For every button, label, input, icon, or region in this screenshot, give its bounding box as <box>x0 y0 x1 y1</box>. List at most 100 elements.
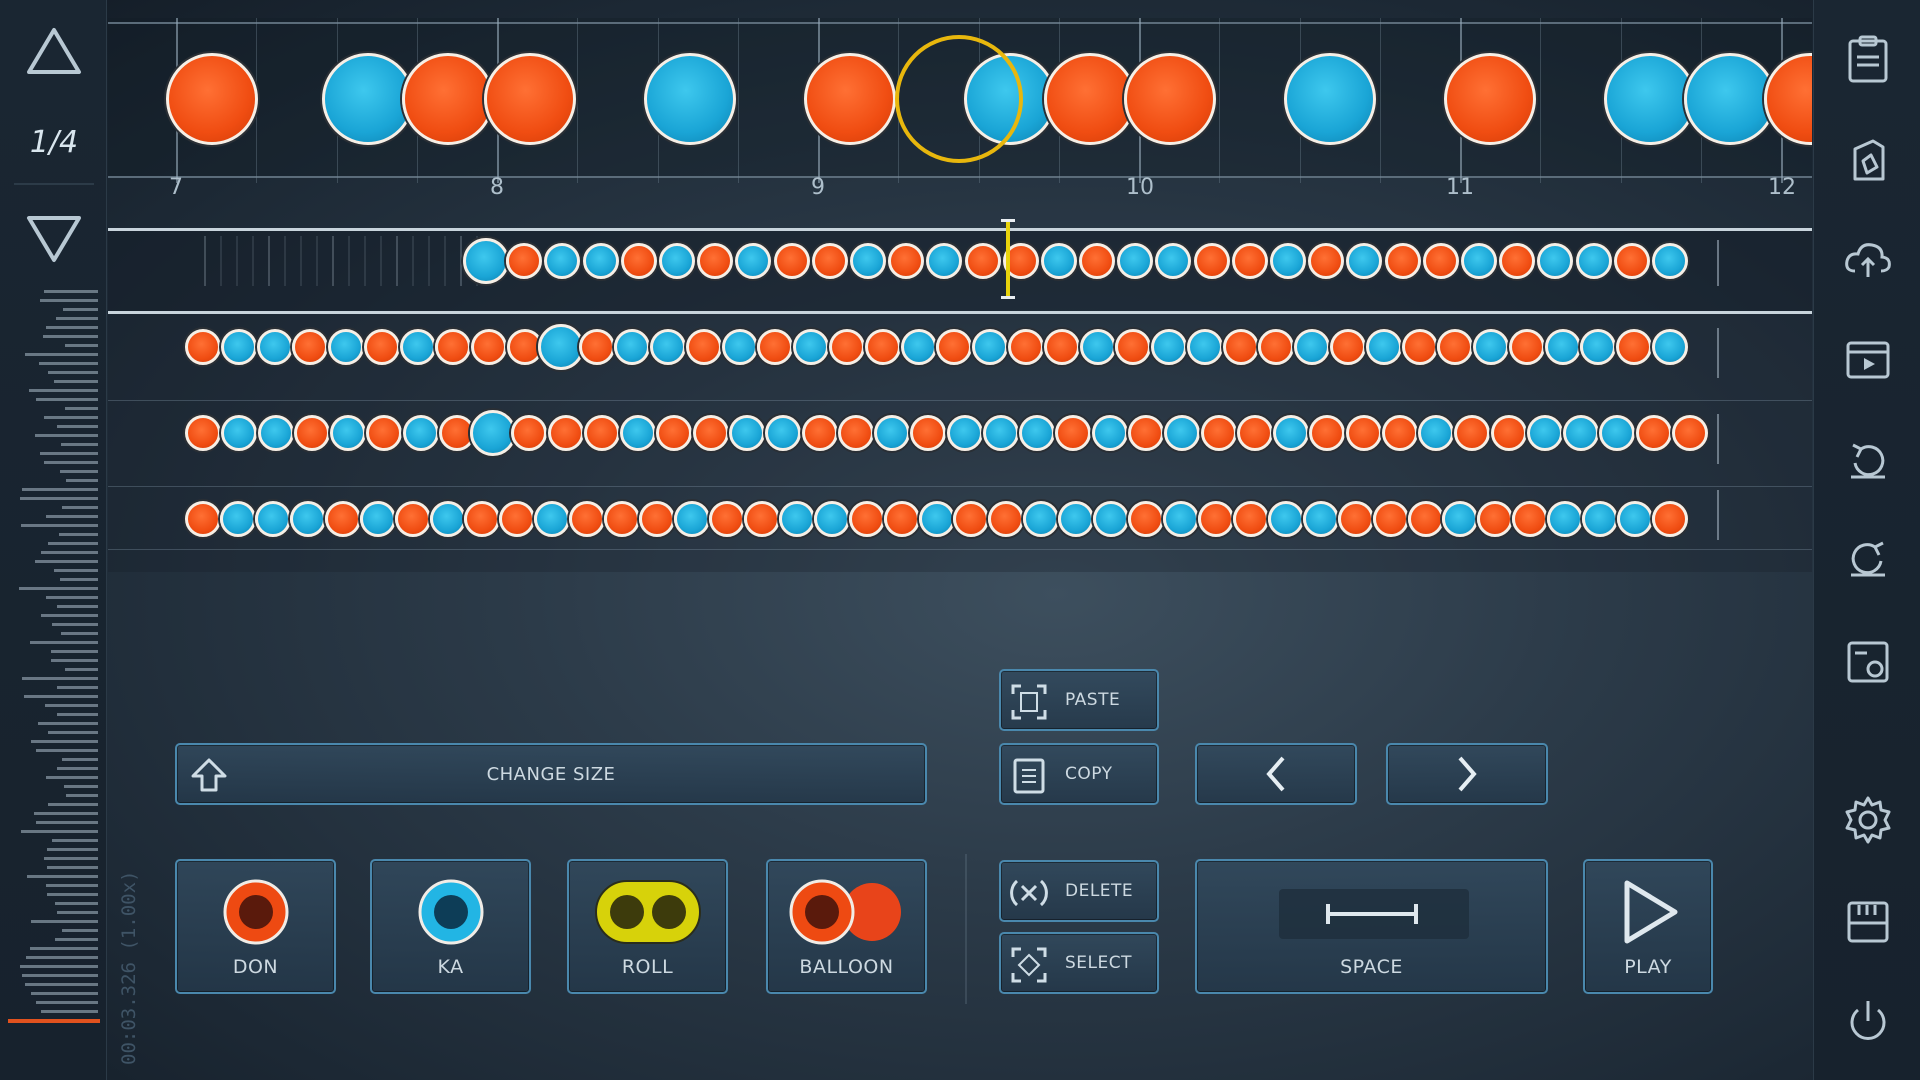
don-note[interactable] <box>1407 501 1444 537</box>
ka-note[interactable] <box>1079 329 1116 365</box>
ka-note[interactable] <box>658 243 695 279</box>
redo-button[interactable] <box>1836 526 1900 590</box>
don-note[interactable] <box>1055 415 1092 451</box>
minimap-position-marker[interactable] <box>8 1019 100 1023</box>
ka-note[interactable] <box>399 329 436 365</box>
notes-list-button[interactable] <box>1836 28 1900 92</box>
don-note[interactable] <box>1193 243 1230 279</box>
ka-note[interactable] <box>1186 329 1223 365</box>
don-note[interactable] <box>1508 329 1545 365</box>
ka-note[interactable] <box>849 243 886 279</box>
don-note[interactable] <box>1128 501 1165 537</box>
ka-note[interactable] <box>429 501 466 537</box>
don-note[interactable] <box>964 243 1001 279</box>
don-note[interactable] <box>953 501 990 537</box>
ka-note[interactable] <box>1537 243 1574 279</box>
ka-note[interactable] <box>1270 243 1307 279</box>
don-note[interactable] <box>1381 415 1418 451</box>
don-note[interactable] <box>910 415 947 451</box>
ka-note[interactable] <box>1058 501 1095 537</box>
don-note[interactable] <box>1454 415 1491 451</box>
don-note[interactable] <box>1222 329 1259 365</box>
don-note[interactable] <box>402 53 494 145</box>
don-note[interactable] <box>1437 329 1474 365</box>
ka-note[interactable] <box>813 501 850 537</box>
ka-note[interactable] <box>1023 501 1060 537</box>
video-player-button[interactable] <box>1836 328 1900 392</box>
don-note[interactable] <box>324 501 361 537</box>
select-button[interactable]: SELECT <box>999 932 1159 994</box>
balloon-note-button[interactable]: BALLOON <box>766 859 927 994</box>
ka-note[interactable] <box>1151 329 1188 365</box>
don-note[interactable] <box>1512 501 1549 537</box>
division-down-button[interactable] <box>25 208 83 266</box>
ka-note[interactable] <box>1684 53 1776 145</box>
ka-note[interactable] <box>256 329 293 365</box>
ka-note[interactable] <box>620 415 657 451</box>
don-note[interactable] <box>692 415 729 451</box>
ka-note[interactable] <box>874 415 911 451</box>
don-note[interactable] <box>656 415 693 451</box>
ka-note[interactable] <box>1544 329 1581 365</box>
settings-button[interactable] <box>1836 788 1900 852</box>
power-button[interactable] <box>1836 990 1900 1054</box>
don-note[interactable] <box>185 415 221 451</box>
don-note[interactable] <box>848 501 885 537</box>
note-grid[interactable] <box>108 200 1812 572</box>
ka-note[interactable] <box>544 243 581 279</box>
don-note[interactable] <box>604 501 641 537</box>
copy-button[interactable]: COPY <box>999 743 1159 805</box>
don-note[interactable] <box>166 53 258 145</box>
don-note[interactable] <box>1384 243 1421 279</box>
don-note[interactable] <box>1044 53 1136 145</box>
don-note[interactable] <box>185 329 221 365</box>
chart-minimap[interactable] <box>12 290 98 1030</box>
don-note[interactable] <box>1043 329 1080 365</box>
ka-note[interactable] <box>1580 329 1617 365</box>
ka-note[interactable] <box>219 501 256 537</box>
save-button[interactable] <box>1836 890 1900 954</box>
ka-note[interactable] <box>1117 243 1154 279</box>
ka-note[interactable] <box>972 329 1009 365</box>
undo-button[interactable] <box>1836 428 1900 492</box>
space-button[interactable]: SPACE <box>1195 859 1548 994</box>
don-note[interactable] <box>1308 243 1345 279</box>
ka-note[interactable] <box>729 415 766 451</box>
don-note[interactable] <box>1079 243 1116 279</box>
don-note[interactable] <box>1652 501 1688 537</box>
ka-note[interactable] <box>1164 415 1201 451</box>
ka-note[interactable] <box>537 324 584 370</box>
don-note[interactable] <box>1115 329 1152 365</box>
don-note[interactable] <box>511 415 548 451</box>
ka-note[interactable] <box>793 329 830 365</box>
don-note[interactable] <box>883 501 920 537</box>
don-note[interactable] <box>1672 415 1708 451</box>
don-note[interactable] <box>708 501 745 537</box>
don-note[interactable] <box>464 501 501 537</box>
don-note[interactable] <box>185 501 221 537</box>
ka-note[interactable] <box>1575 243 1612 279</box>
ka-note[interactable] <box>1294 329 1331 365</box>
don-note[interactable] <box>804 53 896 145</box>
ka-note[interactable] <box>1040 243 1077 279</box>
ka-note[interactable] <box>1302 501 1339 537</box>
ka-note[interactable] <box>644 53 736 145</box>
timeline-view[interactable]: 7 8 9 10 11 12 <box>108 18 1812 200</box>
chart-settings-button[interactable] <box>1836 630 1900 694</box>
ka-note[interactable] <box>1163 501 1199 537</box>
don-note[interactable] <box>1499 243 1536 279</box>
don-note[interactable] <box>583 415 620 451</box>
ka-note[interactable] <box>289 501 326 537</box>
ka-note[interactable] <box>470 410 517 456</box>
don-note[interactable] <box>1372 501 1409 537</box>
ka-note[interactable] <box>1563 415 1600 451</box>
don-note[interactable] <box>743 501 780 537</box>
don-note[interactable] <box>936 329 973 365</box>
don-note[interactable] <box>435 329 472 365</box>
ka-note[interactable] <box>614 329 651 365</box>
ka-note[interactable] <box>402 415 439 451</box>
ka-note[interactable] <box>1418 415 1455 451</box>
don-note[interactable] <box>1197 501 1234 537</box>
ka-note[interactable] <box>582 243 619 279</box>
don-note[interactable] <box>1124 53 1216 145</box>
